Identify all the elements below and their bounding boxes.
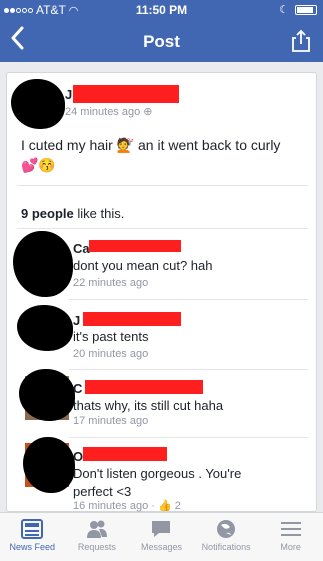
comment-author[interactable]: O <box>73 449 83 464</box>
post-author-name[interactable]: J <box>65 87 72 102</box>
status-right: ☾ <box>279 3 317 16</box>
tab-label: Messages <box>140 542 182 552</box>
tab-notifications[interactable]: Notifications <box>194 513 259 561</box>
divider <box>17 228 308 229</box>
comment-time[interactable]: 22 minutes ago <box>73 277 148 289</box>
comment-avatar[interactable] <box>17 305 73 351</box>
thumbs-up-icon[interactable]: 👍 <box>158 500 172 512</box>
tab-news-feed[interactable]: News Feed <box>0 513 65 561</box>
tab-label: More <box>280 542 301 552</box>
comment-author[interactable]: Ca <box>73 241 90 256</box>
divider <box>17 185 308 186</box>
requests-icon <box>86 520 107 538</box>
comment-meta: 16 minutes ago · 👍 2 <box>73 500 181 512</box>
tab-label: News Feed <box>9 542 56 552</box>
redaction-bar <box>85 380 203 394</box>
tab-label: Notifications <box>201 542 251 552</box>
divider <box>69 437 308 438</box>
messages-icon <box>152 521 171 537</box>
tab-requests[interactable]: Requests <box>65 513 130 561</box>
redaction-bar <box>73 85 179 103</box>
comment-text: Don't listen gorgeous . You're perfect <… <box>73 466 242 499</box>
likes-summary[interactable]: 9 people like this. <box>21 206 124 221</box>
comment-like-count[interactable]: 2 <box>175 500 181 512</box>
comment-text: dont you mean cut? hah <box>73 258 213 273</box>
post-time[interactable]: 24 minutes ago ⊕ <box>65 105 153 118</box>
battery-icon <box>295 4 317 15</box>
comment-avatar[interactable] <box>23 437 75 493</box>
globe-icon: ⊕ <box>143 106 153 118</box>
nav-bar: Post <box>0 20 323 62</box>
comment-time[interactable]: 20 minutes ago <box>73 348 148 360</box>
comment-avatar[interactable] <box>19 369 75 421</box>
more-icon <box>280 522 301 536</box>
comment-author[interactable]: J <box>73 313 80 328</box>
redaction-bar <box>89 240 181 252</box>
comment-time[interactable]: 16 minutes ago <box>73 500 148 512</box>
redaction-bar <box>83 312 181 326</box>
post-feed[interactable]: J 24 minutes ago ⊕ I cuted my hair 💇 an … <box>0 62 323 512</box>
comment-text: thats why, its still cut haha <box>73 398 224 413</box>
comment-time[interactable]: 17 minutes ago <box>73 415 148 427</box>
tab-bar: News Feed Requests Messages Notification… <box>0 512 323 561</box>
comment-avatar[interactable] <box>13 231 73 297</box>
post-card: J 24 minutes ago ⊕ I cuted my hair 💇 an … <box>6 72 317 512</box>
comment-author[interactable]: C <box>73 381 82 396</box>
moon-icon: ☾ <box>279 4 289 16</box>
divider <box>69 299 308 300</box>
author-avatar[interactable] <box>11 79 65 129</box>
status-bar: AT&T ◠ 11:50 PM ☾ <box>0 0 323 20</box>
post-text: I cuted my hair 💇 an it went back to cur… <box>21 137 281 173</box>
page-title: Post <box>143 32 180 51</box>
share-icon[interactable] <box>291 29 311 53</box>
tab-more[interactable]: More <box>258 513 323 561</box>
notifications-icon <box>217 520 236 538</box>
tab-label: Requests <box>77 542 116 552</box>
comment-text: it's past tents <box>73 329 149 344</box>
news-feed-icon <box>21 519 44 539</box>
divider <box>69 369 308 370</box>
redaction-bar <box>83 447 167 461</box>
status-time: 11:50 PM <box>135 3 188 17</box>
tab-messages[interactable]: Messages <box>129 513 194 561</box>
